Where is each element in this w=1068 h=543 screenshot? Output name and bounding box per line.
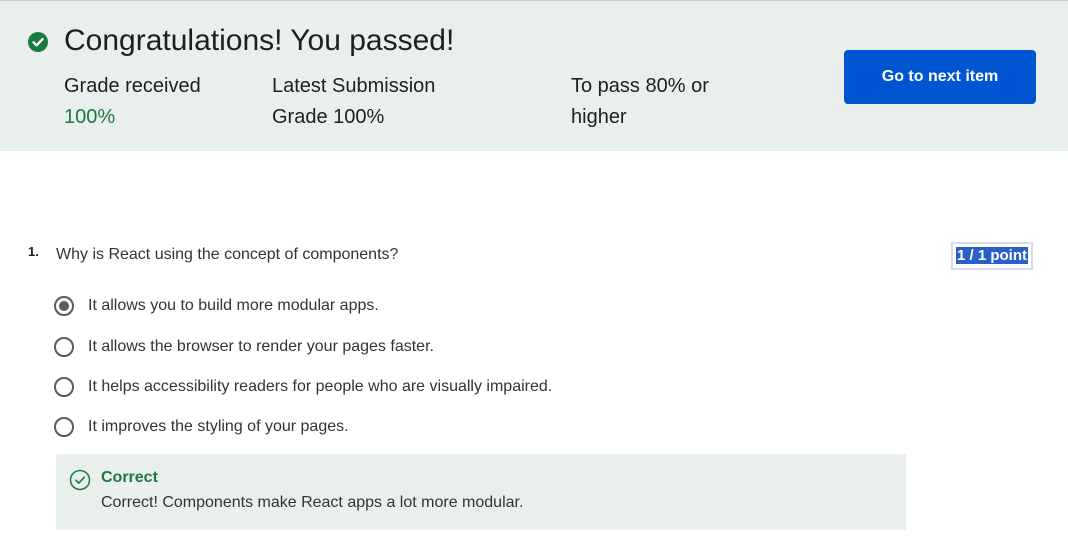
radio-button[interactable] [54, 377, 74, 397]
points-value: 1 / 1 point [956, 247, 1029, 264]
answer-option[interactable]: It helps accessibility readers for peopl… [54, 375, 552, 399]
feedback-title: Correct [101, 469, 158, 486]
answer-option-label: It improves the styling of your pages. [88, 418, 349, 435]
check-circle-outline-icon [69, 469, 91, 491]
feedback-text: Correct! Components make React apps a lo… [101, 494, 524, 511]
passing-threshold: To pass 80% or higher [571, 71, 741, 133]
answer-option-label: It allows the browser to render your pag… [88, 338, 434, 355]
result-banner: Congratulations! You passed! Grade recei… [0, 0, 1068, 151]
go-to-next-item-button[interactable]: Go to next item [844, 50, 1036, 104]
pass-heading: Congratulations! You passed! [64, 24, 455, 57]
latest-submission-grade: Latest Submission Grade 100% [272, 71, 482, 133]
latest-submission-value: 100% [333, 106, 385, 128]
grade-received-label: Grade received [64, 75, 201, 97]
radio-button[interactable] [54, 337, 74, 357]
answer-option[interactable]: It improves the styling of your pages. [54, 415, 349, 439]
answer-option[interactable]: It allows the browser to render your pag… [54, 335, 434, 359]
radio-button-selected[interactable] [54, 296, 74, 316]
to-pass-label: To pass [571, 75, 640, 97]
grade-received-value: 100% [64, 106, 116, 128]
question-number: 1. [28, 244, 39, 259]
check-circle-icon [28, 32, 48, 52]
grade-received: Grade received 100% [64, 71, 224, 133]
answer-option-label: It helps accessibility readers for peopl… [88, 378, 553, 395]
answer-feedback: Correct Correct! Components make React a… [56, 454, 906, 530]
answer-option[interactable]: It allows you to build more modular apps… [54, 294, 379, 318]
radio-button[interactable] [54, 417, 74, 437]
points-badge: 1 / 1 point [951, 242, 1034, 270]
question-text: Why is React using the concept of compon… [56, 246, 399, 263]
answer-option-label: It allows you to build more modular apps… [88, 297, 379, 314]
